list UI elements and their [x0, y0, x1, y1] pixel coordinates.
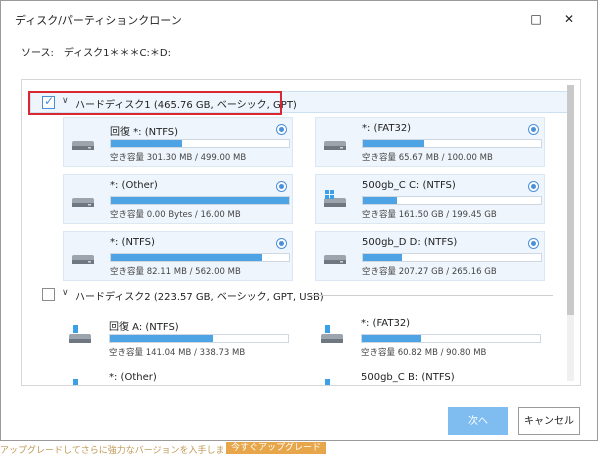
partition-card[interactable]: *: (NTFS) 空き容量 82.11 MB / 562.00 MB: [63, 231, 293, 281]
upgrade-text: アップグレードしてさらに強力なバージョンを入手しましょう。: [0, 446, 261, 456]
partition-radio[interactable]: [276, 124, 287, 135]
partition-card[interactable]: *: (Other) 空き容量 0.00 Bytes / 16.00 MB: [63, 174, 293, 224]
upgrade-link[interactable]: 今すぐアップグレード: [226, 442, 327, 454]
usage-bar: [109, 334, 289, 343]
partition-free-space: 空き容量 161.50 GB / 199.45 GB: [362, 210, 497, 220]
usage-fill: [363, 197, 397, 204]
partition-card[interactable]: *: (Other): [63, 367, 293, 385]
partition-card[interactable]: *: (FAT32) 空き容量 60.82 MB / 90.80 MB: [315, 313, 545, 363]
partition-free-space: 空き容量 65.67 MB / 100.00 MB: [362, 153, 493, 163]
disk2-label: ハードディスク2 (223.57 GB, ベーシック, GPT, USB): [75, 292, 324, 303]
partition-name: *: (Other): [110, 180, 158, 191]
highlight-box: [28, 91, 282, 115]
scrollbar-thumb[interactable]: [567, 85, 574, 315]
usage-fill: [363, 254, 403, 261]
window-title: ディスク/パーティションクローン: [15, 14, 182, 27]
partition-name: 500gb_D D: (NTFS): [362, 237, 458, 248]
clone-dialog: ディスク/パーティションクローン □ ✕ ソース: ディスク1＊＊＊C:＊D: …: [0, 0, 598, 441]
partition-radio[interactable]: [528, 124, 539, 135]
source-label: ソース: ディスク1＊＊＊C:＊D:: [21, 48, 171, 59]
usage-fill: [362, 335, 421, 342]
partition-name: *: (FAT32): [362, 123, 412, 134]
disk2-checkbox[interactable]: [42, 288, 55, 301]
title-bar: ディスク/パーティションクローン □ ✕: [1, 1, 597, 37]
maximize-button[interactable]: □: [526, 10, 546, 28]
partition-name: 500gb_C B: (NTFS): [361, 372, 455, 383]
partition-card[interactable]: 回復 A: (NTFS) 空き容量 141.04 MB / 338.73 MB: [63, 313, 293, 363]
close-button[interactable]: ✕: [559, 10, 579, 28]
usage-bar: [110, 253, 290, 262]
partition-free-space: 空き容量 60.82 MB / 90.80 MB: [361, 348, 487, 358]
usage-bar: [361, 334, 541, 343]
usb-drive-icon: [69, 325, 91, 343]
partition-card[interactable]: 500gb_D D: (NTFS) 空き容量 207.27 GB / 265.1…: [315, 231, 545, 281]
partition-free-space: 空き容量 301.30 MB / 499.00 MB: [110, 153, 247, 163]
chevron-down-icon[interactable]: ∨: [62, 288, 69, 298]
upgrade-banner: アップグレードしてさらに強力なバージョンを入手しましょう。 今すぐアップグレード: [0, 442, 600, 456]
partition-free-space: 空き容量 141.04 MB / 338.73 MB: [109, 348, 246, 358]
partition-free-space: 空き容量 82.11 MB / 562.00 MB: [110, 267, 241, 277]
partition-radio[interactable]: [528, 181, 539, 192]
partition-radio[interactable]: [528, 238, 539, 249]
usb-drive-icon: [321, 325, 343, 343]
usage-fill: [111, 197, 289, 204]
usage-fill: [111, 140, 183, 147]
drive-icon: [72, 198, 94, 207]
cancel-button[interactable]: キャンセル: [518, 407, 580, 435]
partition-name: *: (Other): [109, 372, 157, 383]
drive-icon: [72, 255, 94, 264]
partition-card[interactable]: *: (FAT32) 空き容量 65.67 MB / 100.00 MB: [315, 117, 545, 167]
windows-drive-icon: [324, 190, 346, 207]
partition-name: 500gb_C C: (NTFS): [362, 180, 456, 191]
drive-icon: [72, 141, 94, 150]
usage-fill: [111, 254, 263, 261]
usb-drive-icon: [325, 379, 330, 385]
usage-bar: [362, 139, 542, 148]
usage-fill: [110, 335, 214, 342]
partition-name: 回復 A: (NTFS): [109, 322, 179, 333]
usage-bar: [110, 196, 290, 205]
usb-drive-icon: [73, 379, 78, 385]
drive-icon: [324, 255, 346, 264]
partition-card[interactable]: 500gb_C C: (NTFS) 空き容量 161.50 GB / 199.4…: [315, 174, 545, 224]
partition-radio[interactable]: [276, 181, 287, 192]
partition-radio[interactable]: [276, 238, 287, 249]
partition-name: *: (NTFS): [110, 237, 155, 248]
usage-fill: [363, 140, 424, 147]
partition-card[interactable]: 回復 *: (NTFS) 空き容量 301.30 MB / 499.00 MB: [63, 117, 293, 167]
disk-list-panel: ✓ ∨ ハードディスク1 (465.76 GB, ベーシック, GPT) 回復 …: [21, 79, 581, 386]
usage-bar: [110, 139, 290, 148]
divider: [307, 295, 553, 296]
next-button[interactable]: 次へ: [448, 407, 508, 435]
usage-bar: [362, 196, 542, 205]
partition-card[interactable]: 500gb_C B: (NTFS): [315, 367, 545, 385]
partition-name: *: (FAT32): [361, 318, 411, 329]
partition-free-space: 空き容量 0.00 Bytes / 16.00 MB: [110, 210, 241, 220]
drive-icon: [324, 141, 346, 150]
partition-name: 回復 *: (NTFS): [110, 127, 179, 138]
usage-bar: [362, 253, 542, 262]
partition-free-space: 空き容量 207.27 GB / 265.16 GB: [362, 267, 497, 277]
